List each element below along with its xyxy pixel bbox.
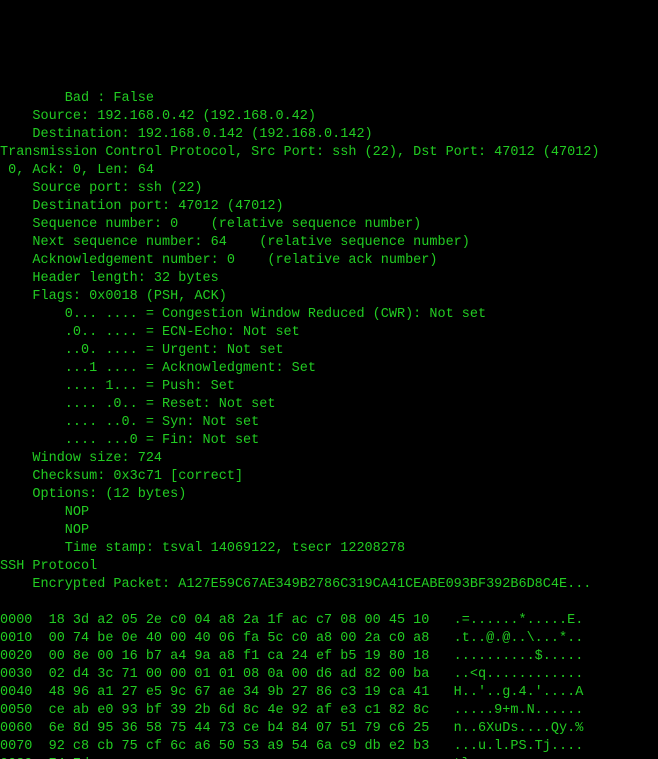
tcp-option-nop: NOP [0, 523, 89, 538]
tcp-option-timestamp: Time stamp: tsval 14069122, tsecr 122082… [0, 541, 405, 556]
tcp-window-size: Window size: 724 [0, 451, 162, 466]
hexdump-row: 0030 02 d4 3c 71 00 00 01 01 08 0a 00 d6… [0, 667, 583, 682]
hexdump-row: 0040 48 96 a1 27 e5 9c 67 ae 34 9b 27 86… [0, 685, 583, 700]
tcp-seq-number: Sequence number: 0 (relative sequence nu… [0, 217, 421, 232]
ssh-protocol: SSH Protocol [0, 559, 97, 574]
tcp-source-port: Source port: ssh (22) [0, 181, 203, 196]
tcp-dest-port: Destination port: 47012 (47012) [0, 199, 284, 214]
tcp-flag-reset: .... .0.. = Reset: Not set [0, 397, 275, 412]
tcp-next-seq: Next sequence number: 64 (relative seque… [0, 235, 470, 250]
tcp-flag-urgent: ..0. .... = Urgent: Not set [0, 343, 284, 358]
tcp-flag-push: .... 1... = Push: Set [0, 379, 235, 394]
tcp-flag-ack: ...1 .... = Acknowledgment: Set [0, 361, 316, 376]
tcp-flag-ecn: .0.. .... = ECN-Echo: Not set [0, 325, 300, 340]
tcp-checksum: Checksum: 0x3c71 [correct] [0, 469, 243, 484]
tcp-header-length: Header length: 32 bytes [0, 271, 219, 286]
hexdump-row: 0080 74 7d t} [0, 757, 470, 759]
hexdump-row: 0000 18 3d a2 05 2e c0 04 a8 2a 1f ac c7… [0, 613, 583, 628]
packet-line: Bad : False [0, 91, 154, 106]
packet-source: Source: 192.168.0.42 (192.168.0.42) [0, 109, 316, 124]
tcp-flag-cwr: 0... .... = Congestion Window Reduced (C… [0, 307, 486, 322]
tcp-flag-syn: .... ..0. = Syn: Not set [0, 415, 259, 430]
tcp-options: Options: (12 bytes) [0, 487, 186, 502]
hexdump-row: 0010 00 74 be 0e 40 00 40 06 fa 5c c0 a8… [0, 631, 583, 646]
ssh-encrypted-packet: Encrypted Packet: A127E59C67AE349B2786C3… [0, 577, 591, 592]
terminal-output[interactable]: Bad : False Source: 192.168.0.42 (192.16… [0, 90, 658, 759]
tcp-header: Transmission Control Protocol, Src Port:… [0, 145, 600, 160]
hexdump-row: 0050 ce ab e0 93 bf 39 2b 6d 8c 4e 92 af… [0, 703, 583, 718]
tcp-ack-number: Acknowledgement number: 0 (relative ack … [0, 253, 437, 268]
hexdump-row: 0020 00 8e 00 16 b7 a4 9a a8 f1 ca 24 ef… [0, 649, 583, 664]
tcp-flags: Flags: 0x0018 (PSH, ACK) [0, 289, 227, 304]
tcp-flag-fin: .... ...0 = Fin: Not set [0, 433, 259, 448]
hexdump-row: 0070 92 c8 cb 75 cf 6c a6 50 53 a9 54 6a… [0, 739, 583, 754]
tcp-option-nop: NOP [0, 505, 89, 520]
hexdump-row: 0060 6e 8d 95 36 58 75 44 73 ce b4 84 07… [0, 721, 583, 736]
packet-destination: Destination: 192.168.0.142 (192.168.0.14… [0, 127, 373, 142]
tcp-summary: 0, Ack: 0, Len: 64 [0, 163, 154, 178]
